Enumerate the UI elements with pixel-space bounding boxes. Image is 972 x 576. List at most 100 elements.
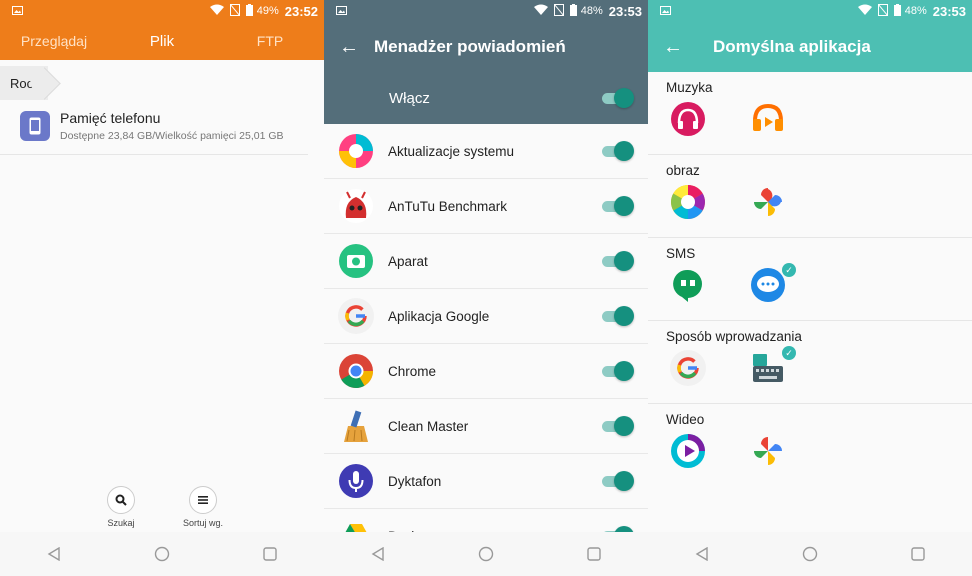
video-player-icon[interactable]	[670, 433, 706, 469]
section-music: Muzyka	[648, 72, 972, 155]
breadcrumb[interactable]: Root	[0, 66, 48, 100]
battery-icon	[893, 3, 901, 19]
phone-storage-item[interactable]: Pamięć telefonu Dostępne 23,84 GB/Wielko…	[0, 100, 308, 155]
app-row-google[interactable]: Aplikacja Google	[324, 289, 648, 344]
wifi-icon	[533, 4, 548, 18]
app-toggle[interactable]	[602, 306, 634, 326]
back-nav-button[interactable]	[682, 539, 722, 569]
sort-icon	[189, 486, 217, 514]
app-bar: ← Domyślna aplikacja	[648, 22, 972, 72]
app-row-system-update[interactable]: Aktualizacje systemu	[324, 124, 648, 179]
back-nav-button[interactable]	[34, 539, 74, 569]
section-input-method: Sposób wprowadzania ✓	[648, 321, 972, 404]
section-title: Sposób wprowadzania	[666, 329, 802, 344]
section-sms: SMS ✓	[648, 238, 972, 321]
google-icon	[338, 298, 374, 334]
search-button[interactable]: Szukaj	[96, 486, 146, 528]
breadcrumb-root: Root	[10, 75, 38, 91]
image-notification-icon	[660, 4, 671, 18]
play-music-icon[interactable]	[750, 101, 786, 137]
app-row-clean-master[interactable]: Clean Master	[324, 399, 648, 454]
clean-master-icon	[338, 408, 374, 444]
image-notification-icon	[12, 4, 23, 18]
recents-nav-button[interactable]	[250, 539, 290, 569]
enable-row[interactable]: Włącz	[324, 72, 648, 124]
app-toggle[interactable]	[602, 361, 634, 381]
app-bar: ← Menadżer powiadomień	[324, 22, 648, 72]
selected-check-icon: ✓	[782, 263, 796, 277]
phone-icon	[20, 111, 50, 141]
chrome-icon	[338, 353, 374, 389]
no-sim-icon	[553, 3, 565, 19]
app-toggle[interactable]	[602, 251, 634, 271]
app-list: Aktualizacje systemu AnTuTu Benchmark Ap…	[324, 124, 648, 564]
app-row-camera[interactable]: Aparat	[324, 234, 648, 289]
back-nav-button[interactable]	[358, 539, 398, 569]
default-apps-screen: 48% 23:53 ← Domyślna aplikacja Muzyka ob…	[648, 0, 972, 576]
tab-ftp[interactable]: FTP	[216, 33, 324, 49]
clock: 23:52	[284, 3, 318, 19]
google-photos-icon[interactable]	[750, 433, 786, 469]
home-nav-button[interactable]	[790, 539, 830, 569]
system-update-icon	[338, 133, 374, 169]
selected-check-icon: ✓	[782, 346, 796, 360]
dictaphone-icon	[338, 463, 374, 499]
app-name: Aplikacja Google	[388, 308, 490, 324]
app-toggle[interactable]	[602, 416, 634, 436]
battery-icon	[569, 3, 577, 19]
sort-button[interactable]: Sortuj wg.	[178, 486, 228, 528]
system-nav-bar	[324, 532, 648, 576]
hangouts-icon[interactable]	[670, 267, 706, 303]
app-name: Dyktafon	[388, 473, 442, 489]
back-arrow-icon[interactable]: ←	[324, 36, 374, 59]
tab-browse[interactable]: Przeglądaj	[0, 33, 108, 49]
home-nav-button[interactable]	[466, 539, 506, 569]
home-nav-button[interactable]	[142, 539, 182, 569]
music-player-icon[interactable]	[670, 101, 706, 137]
status-bar: 48% 23:53	[648, 0, 972, 22]
app-name: Clean Master	[388, 418, 469, 434]
section-title: Wideo	[666, 412, 705, 427]
battery-percent: 48%	[580, 5, 603, 17]
tab-file[interactable]: Plik	[108, 33, 216, 50]
wifi-icon	[209, 4, 224, 18]
google-keyboard-icon[interactable]	[670, 350, 706, 386]
search-icon	[107, 486, 135, 514]
battery-icon	[245, 3, 253, 19]
page-title: Menadżer powiadomień	[374, 37, 566, 56]
storage-details: Dostępne 23,84 GB/Wielkość pamięci 25,01…	[60, 130, 284, 142]
google-photos-icon[interactable]	[750, 184, 786, 220]
recents-nav-button[interactable]	[574, 539, 614, 569]
app-name: Aparat	[388, 253, 428, 269]
no-sim-icon	[877, 3, 889, 19]
file-manager-screen: 49% 23:52 Przeglądaj Plik FTP Root Pamię…	[0, 0, 324, 576]
no-sim-icon	[229, 3, 241, 19]
tab-bar: Przeglądaj Plik FTP	[0, 22, 324, 60]
clock: 23:53	[608, 3, 642, 19]
app-row-antutu[interactable]: AnTuTu Benchmark	[324, 179, 648, 234]
app-toggle[interactable]	[602, 196, 634, 216]
battery-percent: 49%	[256, 5, 279, 17]
enable-label: Włącz	[389, 89, 430, 107]
messages-icon[interactable]: ✓	[750, 263, 796, 303]
sort-label: Sortuj wg.	[182, 518, 224, 528]
battery-percent: 48%	[904, 5, 927, 17]
app-row-chrome[interactable]: Chrome	[324, 344, 648, 399]
clock: 23:53	[932, 3, 966, 19]
recents-nav-button[interactable]	[898, 539, 938, 569]
system-nav-bar	[648, 532, 972, 576]
section-video: Wideo	[648, 404, 972, 487]
app-row-dictaphone[interactable]: Dyktafon	[324, 454, 648, 509]
page-title: Domyślna aplikacja	[713, 37, 871, 56]
app-toggle[interactable]	[602, 471, 634, 491]
enable-toggle[interactable]	[602, 88, 634, 108]
section-title: Muzyka	[666, 80, 713, 95]
app-toggle[interactable]	[602, 141, 634, 161]
keyboard-icon[interactable]: ✓	[750, 346, 796, 386]
wifi-icon	[857, 4, 872, 18]
search-label: Szukaj	[107, 518, 135, 528]
back-arrow-icon[interactable]: ←	[648, 36, 698, 59]
system-nav-bar	[0, 532, 324, 576]
gallery-icon[interactable]	[670, 184, 706, 220]
section-image: obraz	[648, 155, 972, 238]
